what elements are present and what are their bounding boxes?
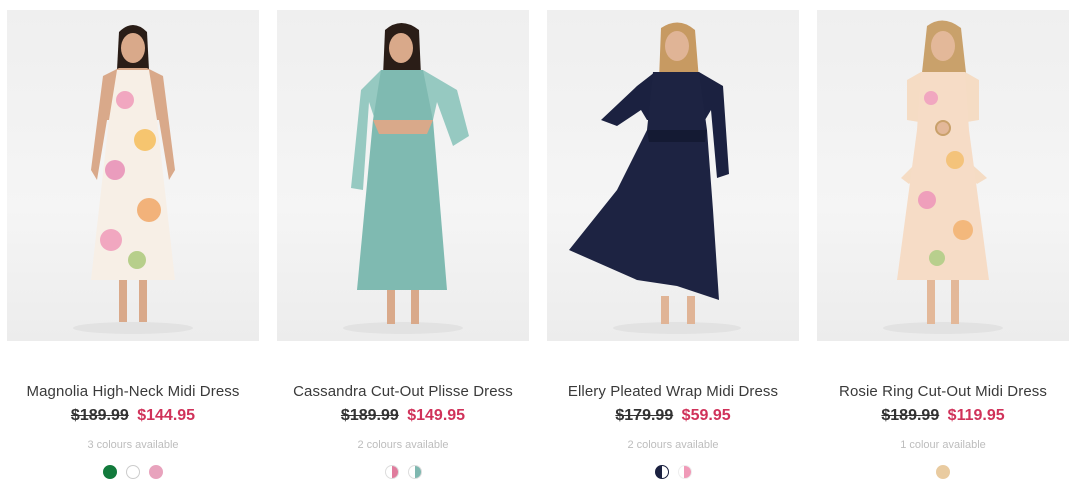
colour-swatch[interactable] <box>654 465 669 479</box>
colour-swatch[interactable] <box>126 465 140 479</box>
colour-swatches <box>547 465 799 479</box>
product-image-magnolia[interactable] <box>7 10 259 341</box>
product-name[interactable]: Cassandra Cut-Out Plisse Dress <box>277 383 529 400</box>
product-card[interactable]: Ellery Pleated Wrap Midi Dress $179.99 $… <box>547 10 799 489</box>
sale-price: $149.95 <box>407 407 466 424</box>
product-price: $179.99 $59.95 <box>547 407 799 425</box>
colour-swatch[interactable] <box>103 465 117 479</box>
product-price: $189.99 $144.95 <box>7 407 259 425</box>
original-price: $179.99 <box>615 407 674 424</box>
product-card[interactable]: Cassandra Cut-Out Plisse Dress $189.99 $… <box>277 10 529 489</box>
colours-available: 2 colours available <box>357 439 449 451</box>
original-price: $189.99 <box>340 407 399 424</box>
colour-swatch[interactable] <box>384 465 399 479</box>
product-price: $189.99 $149.95 <box>277 407 529 425</box>
colours-available: 1 colour available <box>900 439 986 451</box>
product-card[interactable]: Rosie Ring Cut-Out Midi Dress $189.99 $1… <box>817 10 1069 489</box>
sale-price: $119.95 <box>947 407 1005 424</box>
original-price: $189.99 <box>881 407 940 424</box>
original-price: $189.99 <box>70 407 129 424</box>
sale-price: $59.95 <box>681 407 731 424</box>
product-image-ellery[interactable] <box>547 10 799 341</box>
product-image-cassandra[interactable] <box>277 10 529 341</box>
product-name[interactable]: Rosie Ring Cut-Out Midi Dress <box>817 383 1069 400</box>
sale-price: $144.95 <box>137 407 196 424</box>
product-name[interactable]: Magnolia High-Neck Midi Dress <box>7 383 259 400</box>
product-card[interactable]: Magnolia High-Neck Midi Dress $189.99 $1… <box>7 10 259 489</box>
product-grid: Magnolia High-Neck Midi Dress $189.99 $1… <box>0 0 1080 489</box>
product-price: $189.99 $119.95 <box>817 407 1069 425</box>
product-name[interactable]: Ellery Pleated Wrap Midi Dress <box>547 383 799 400</box>
colour-swatch[interactable] <box>936 465 950 479</box>
colour-swatches <box>277 465 529 479</box>
colour-swatches <box>817 465 1069 479</box>
colour-swatch[interactable] <box>407 465 422 479</box>
colour-swatch[interactable] <box>677 465 692 479</box>
colour-swatch[interactable] <box>149 465 163 479</box>
product-image-rosie[interactable] <box>817 10 1069 341</box>
colours-available: 3 colours available <box>87 439 179 451</box>
colour-swatches <box>7 465 259 479</box>
colours-available: 2 colours available <box>627 439 719 451</box>
